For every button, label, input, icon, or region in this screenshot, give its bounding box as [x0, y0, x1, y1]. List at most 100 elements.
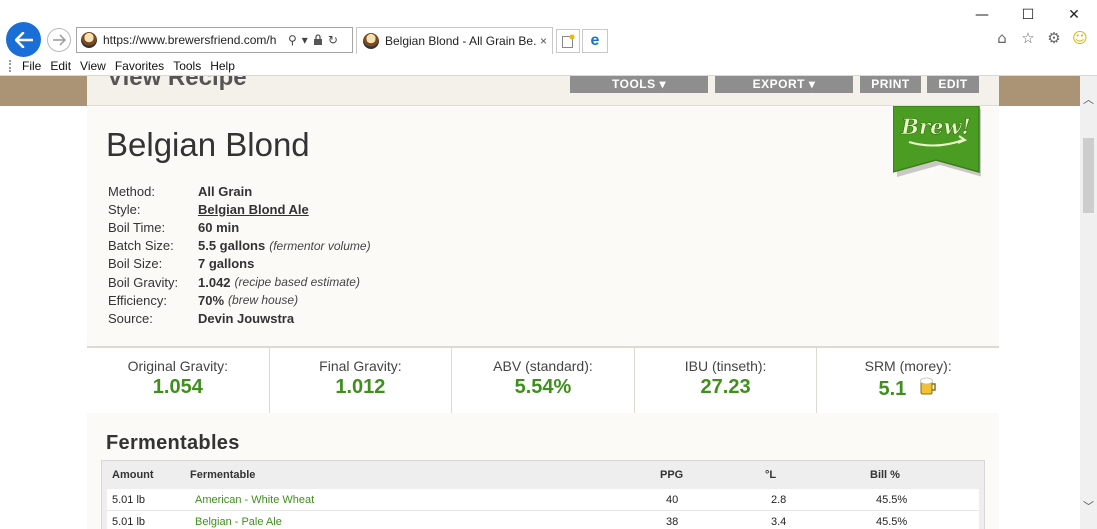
- detail-row-style: Style: Belgian Blond Ale: [108, 200, 371, 218]
- stat-value: 5.54%: [514, 376, 572, 398]
- col-header-ppg[interactable]: PPG: [660, 469, 765, 481]
- edit-button[interactable]: EDIT: [927, 76, 979, 93]
- back-arrow-icon: [14, 31, 33, 48]
- table-row: 5.01 lb American - White Wheat 40 2.8 45…: [107, 489, 979, 511]
- stat-value: 27.23: [700, 376, 751, 398]
- recipe-details: Method: All Grain Style: Belgian Blond A…: [108, 182, 371, 328]
- scroll-thumb[interactable]: [1083, 138, 1094, 213]
- close-window-button[interactable]: ✕: [1051, 0, 1097, 30]
- menu-file[interactable]: File: [9, 59, 48, 73]
- cell-ppg: 40: [666, 493, 679, 506]
- detail-label: Method:: [108, 183, 155, 199]
- refresh-icon[interactable]: ↻: [328, 33, 338, 47]
- tab-close-icon[interactable]: ×: [540, 34, 547, 48]
- detail-value: 7 gallons: [198, 256, 255, 272]
- stat-value: 1.054: [152, 376, 203, 398]
- detail-row-boil-gravity: Boil Gravity: 1.042 (recipe based estima…: [108, 273, 371, 291]
- home-icon[interactable]: ⌂: [993, 29, 1011, 47]
- card-header: View Recipe TOOLS ▾ EXPORT ▾ PRINT EDIT: [87, 76, 999, 106]
- minimize-button[interactable]: —: [959, 0, 1005, 30]
- detail-label: Efficiency:: [108, 292, 168, 308]
- back-button[interactable]: [6, 22, 41, 57]
- detail-row-boil-size: Boil Size: 7 gallons: [108, 255, 371, 273]
- fermentables-table: Amount Fermentable PPG °L Bill % 5.01 lb…: [101, 460, 985, 529]
- stat-value-wrap: 5.1: [817, 376, 999, 401]
- open-in-edge-button[interactable]: e: [582, 29, 608, 53]
- table-row: 5.01 lb Belgian - Pale Ale 38 3.4 45.5%: [107, 511, 979, 529]
- cell-bill: 45.5%: [876, 515, 908, 528]
- edge-icon: e: [590, 32, 600, 49]
- cell-lovibond: 2.8: [771, 493, 787, 506]
- detail-value: All Grain: [198, 183, 253, 199]
- export-button[interactable]: EXPORT ▾: [715, 76, 853, 93]
- cell-lovibond: 3.4: [771, 515, 787, 528]
- lock-icon[interactable]: [313, 34, 323, 46]
- maximize-button[interactable]: ☐: [1005, 0, 1051, 30]
- detail-row-batch-size: Batch Size: 5.5 gallons (fermentor volum…: [108, 237, 371, 255]
- browser-chrome: — ☐ ✕ https://www.brewersfriend.com/h ⚲ …: [0, 0, 1097, 76]
- recipe-title: Belgian Blond: [106, 126, 310, 163]
- stat-label: SRM (morey):: [864, 358, 952, 374]
- detail-note: (fermentor volume): [269, 238, 371, 253]
- browser-tools: ⌂ ☆ ⚙ ☺: [993, 29, 1089, 47]
- tab-favicon-icon: [363, 33, 379, 49]
- detail-note: (brew house): [228, 293, 299, 308]
- style-link[interactable]: Belgian Blond Ale: [198, 202, 309, 217]
- detail-note: (recipe based estimate): [234, 275, 360, 290]
- col-header-lovibond[interactable]: °L: [765, 469, 870, 481]
- menu-bar: File Edit View Favorites Tools Help: [0, 56, 1097, 76]
- site-favicon-icon: [81, 32, 97, 48]
- detail-label: Boil Time:: [108, 219, 166, 235]
- tab-title[interactable]: Belgian Blond - All Grain Be...: [385, 34, 537, 48]
- scroll-up-icon[interactable]: ︿: [1080, 90, 1097, 107]
- settings-gear-icon[interactable]: ⚙: [1045, 29, 1063, 47]
- favorites-star-icon[interactable]: ☆: [1019, 29, 1037, 47]
- search-icon[interactable]: ⚲: [288, 33, 297, 47]
- url-text[interactable]: https://www.brewersfriend.com/h: [103, 33, 283, 47]
- detail-label: Batch Size:: [108, 238, 174, 254]
- col-header-fermentable[interactable]: Fermentable: [190, 469, 660, 481]
- dropdown-icon[interactable]: ▾: [302, 33, 308, 47]
- address-bar[interactable]: https://www.brewersfriend.com/h ⚲ ▾ ↻: [76, 27, 353, 53]
- fermentable-link[interactable]: Belgian - Pale Ale: [195, 516, 666, 528]
- stat-value: 5.1: [878, 378, 907, 400]
- print-button[interactable]: PRINT: [860, 76, 921, 93]
- detail-row-boil-time: Boil Time: 60 min: [108, 218, 371, 236]
- page-viewport: View Recipe TOOLS ▾ EXPORT ▾ PRINT EDIT …: [0, 76, 1080, 529]
- detail-value: 60 min: [198, 219, 240, 235]
- detail-row-method: Method: All Grain: [108, 182, 371, 200]
- tools-button[interactable]: TOOLS ▾: [570, 76, 708, 93]
- stat-label: Final Gravity:: [319, 358, 402, 374]
- detail-value: 5.5 gallons: [198, 238, 266, 254]
- scroll-down-icon[interactable]: ﹀: [1080, 497, 1097, 514]
- stat-og: Original Gravity: 1.054: [87, 348, 270, 413]
- menu-favorites[interactable]: Favorites: [113, 59, 171, 73]
- stat-value: 1.012: [335, 376, 386, 398]
- fermentable-link[interactable]: American - White Wheat: [195, 494, 666, 506]
- detail-label: Boil Size:: [108, 256, 163, 272]
- col-header-amount[interactable]: Amount: [102, 469, 190, 481]
- window-controls: — ☐ ✕: [959, 0, 1097, 30]
- page-heading: View Recipe: [107, 76, 247, 91]
- detail-row-efficiency: Efficiency: 70% (brew house): [108, 291, 371, 309]
- menu-edit[interactable]: Edit: [48, 59, 78, 73]
- detail-value: 1.042: [198, 274, 231, 290]
- menu-view[interactable]: View: [78, 59, 113, 73]
- new-tab-button[interactable]: [556, 29, 580, 53]
- col-header-bill[interactable]: Bill %: [870, 469, 970, 481]
- menu-tools[interactable]: Tools: [171, 59, 208, 73]
- brew-badge-text: Brew!: [900, 114, 970, 139]
- smiley-feedback-icon[interactable]: ☺: [1071, 29, 1089, 47]
- menu-help[interactable]: Help: [208, 59, 242, 73]
- forward-button[interactable]: [47, 28, 71, 52]
- vertical-scrollbar[interactable]: ︿ ﹀: [1080, 76, 1097, 529]
- detail-row-source: Source: Devin Jouwstra: [108, 309, 371, 327]
- stats-bar: Original Gravity: 1.054 Final Gravity: 1…: [87, 346, 999, 413]
- detail-label: Source:: [108, 310, 153, 326]
- detail-label: Boil Gravity:: [108, 274, 179, 290]
- cell-amount: 5.01 lb: [112, 493, 146, 506]
- browser-tab[interactable]: Belgian Blond - All Grain Be... ×: [356, 27, 553, 54]
- forward-arrow-icon: [53, 34, 66, 46]
- menu-grip: [9, 60, 11, 72]
- brew-badge-icon[interactable]: Brew!: [893, 106, 981, 178]
